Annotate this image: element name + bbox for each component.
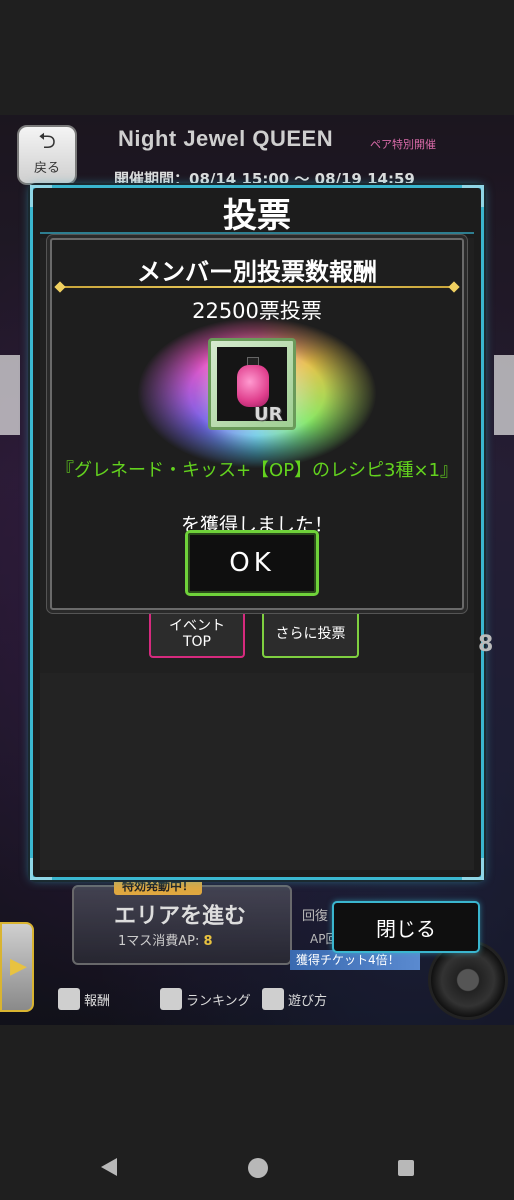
reward-title-divider: [58, 286, 456, 288]
area-cost-label: 1マス消費AP:: [118, 934, 200, 949]
nav-help-label: 遊び方: [288, 993, 328, 1009]
nav-help[interactable]: 遊び方: [262, 988, 327, 1010]
vote-dialog-lower: [40, 673, 474, 870]
perfume-bottle-icon: [237, 365, 269, 407]
nav-reward-label: 報酬: [84, 993, 111, 1009]
vote-more-label: さらに投票: [275, 626, 346, 642]
reward-popup-title: メンバー別投票数報酬: [137, 258, 377, 286]
back-button-label: 戻る: [33, 161, 60, 176]
status-bar: [0, 0, 514, 115]
area-cost: 1マス消費AP: 8: [118, 930, 213, 949]
side-menu-toggle[interactable]: ▶: [0, 922, 34, 1012]
android-recents-icon[interactable]: [398, 1160, 414, 1176]
ok-button[interactable]: OK: [185, 530, 319, 596]
android-back-icon[interactable]: [101, 1158, 117, 1176]
android-home-icon[interactable]: [248, 1158, 268, 1178]
recover-label: 回復: [302, 909, 329, 924]
area-advance-label: エリアを進む: [114, 904, 247, 929]
ticket-bonus-strip: 獲得チケット4倍！: [290, 950, 420, 970]
event-top-button[interactable]: イベント TOP: [149, 610, 245, 658]
nav-ranking-label: ランキング: [186, 993, 251, 1009]
back-button[interactable]: ⮌ 戻る: [17, 125, 77, 185]
vote-more-button[interactable]: さらに投票: [262, 610, 359, 658]
nav-reward[interactable]: 報酬: [58, 988, 110, 1010]
help-icon: [262, 988, 284, 1010]
close-button-label: 閉じる: [376, 916, 436, 941]
left-side-panel: [0, 355, 20, 435]
event-title-suffix: ペア特別開催: [370, 138, 436, 151]
close-button[interactable]: 閉じる: [332, 901, 480, 953]
event-top-label: イベント TOP: [169, 618, 225, 650]
area-cost-value: 8: [203, 934, 213, 949]
play-arrow-icon: ▶: [10, 954, 27, 979]
reward-item-text: 『グレネード・キッス+【OP】のレシピ3種×1』: [55, 460, 459, 481]
gift-icon: [58, 988, 80, 1010]
crown-icon: [160, 988, 182, 1010]
back-arrow-icon: ⮌: [38, 129, 56, 154]
nav-ranking[interactable]: ランキング: [160, 988, 251, 1010]
vote-dialog-title: 投票: [223, 196, 291, 236]
right-side-panel: [494, 355, 514, 435]
ok-button-label: OK: [229, 548, 275, 578]
rarity-badge: UR: [254, 404, 283, 425]
event-title: Night Jewel QUEEN: [118, 126, 334, 151]
vote-title-divider: [40, 232, 474, 234]
side-count: 8: [478, 632, 494, 657]
reward-item-card: [208, 338, 296, 430]
